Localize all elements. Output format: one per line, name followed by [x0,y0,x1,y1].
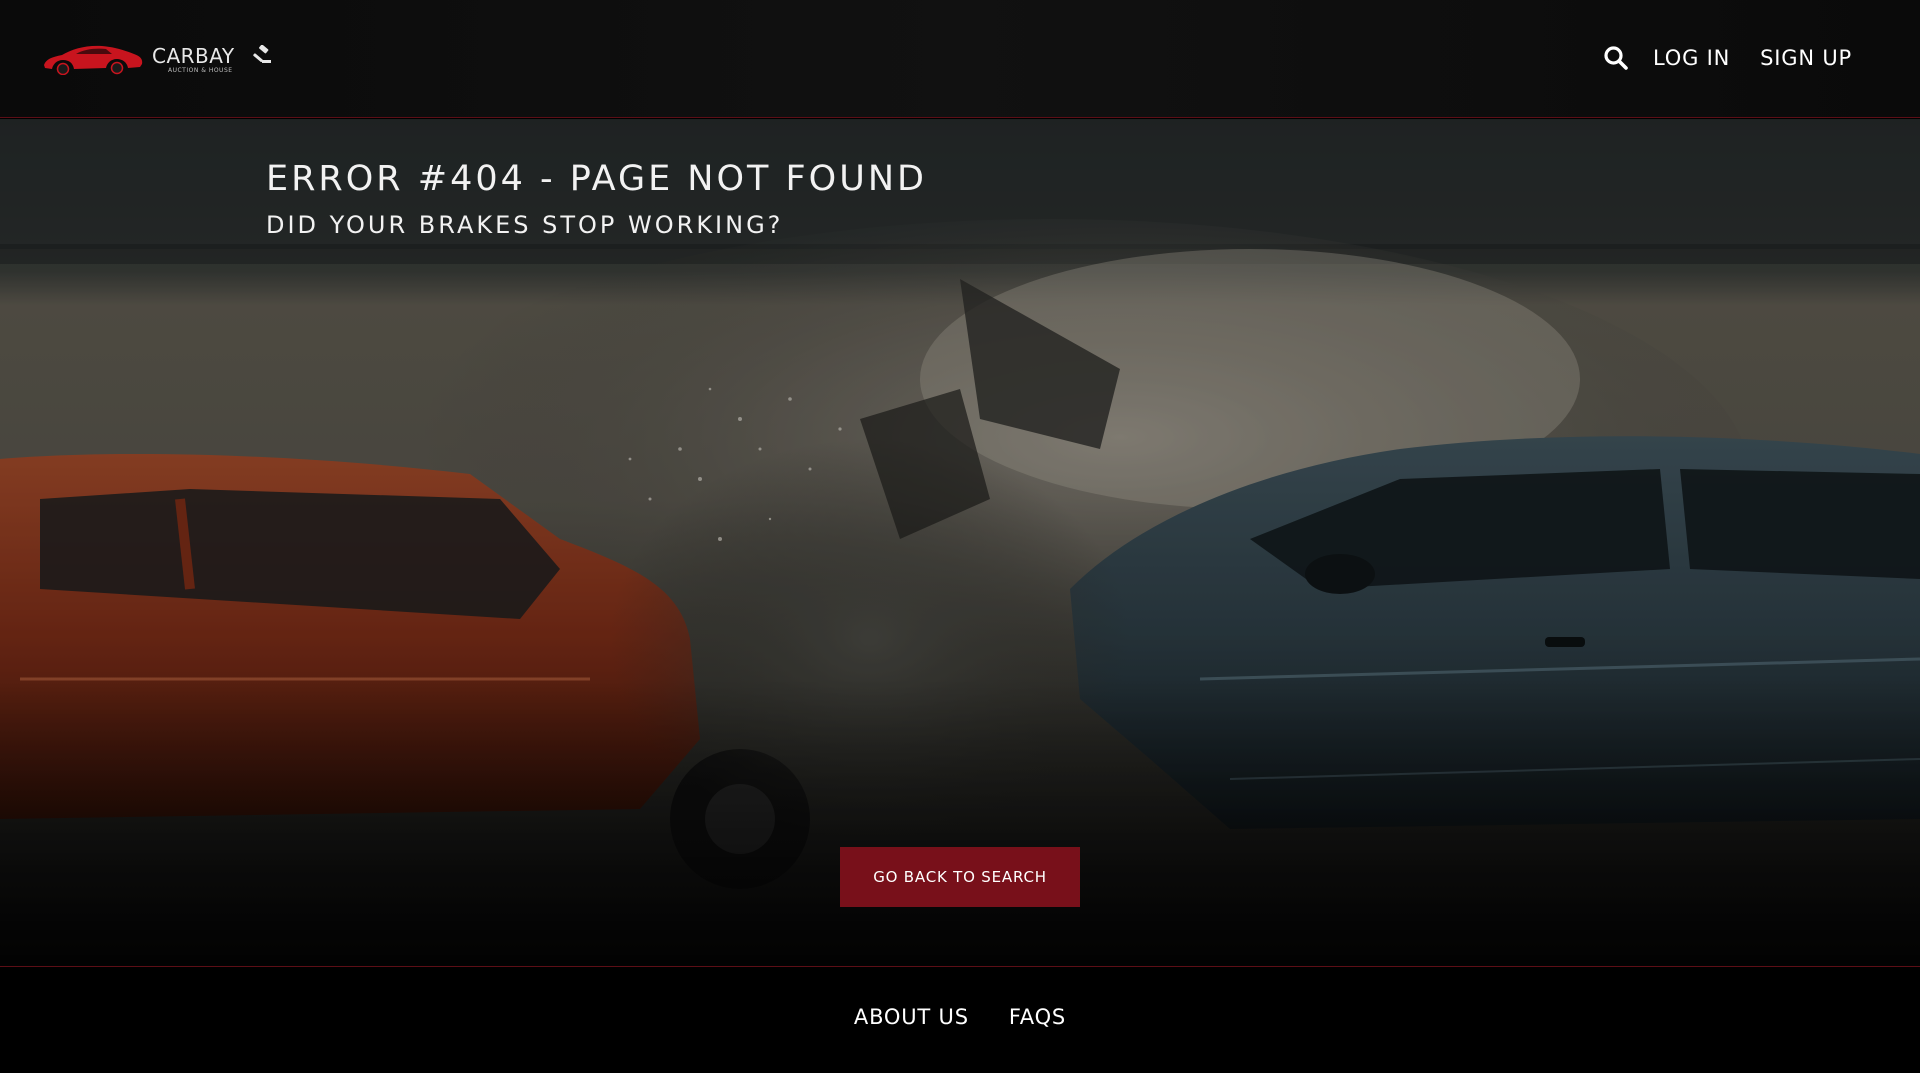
logo-text: CARBAY AUCTION & HOUSE [152,38,282,78]
brand-tagline: AUCTION & HOUSE [168,67,233,74]
login-link[interactable]: LOG IN [1653,46,1730,70]
footer-link-about-us[interactable]: ABOUT US [854,1005,969,1029]
footer-nav: ABOUT US FAQS [0,1005,1920,1029]
page: CARBAY AUCTION & HOUSE LOG IN SIGN UP ER… [0,0,1920,1073]
error-subtitle: DID YOUR BRAKES STOP WORKING? [266,211,784,239]
car-crash-photo [0,119,1920,966]
signup-link[interactable]: SIGN UP [1760,46,1852,70]
search-icon[interactable] [1603,45,1629,71]
site-footer: ABOUT US FAQS [0,966,1920,1073]
site-header: CARBAY AUCTION & HOUSE LOG IN SIGN UP [0,0,1920,118]
brand-name: CARBAY [152,44,235,68]
red-sports-car-icon [44,45,143,75]
gavel-icon [253,45,271,63]
header-nav: LOG IN SIGN UP [1603,40,1852,76]
footer-link-faqs[interactable]: FAQS [1009,1005,1066,1029]
back-to-search-button[interactable]: GO BACK TO SEARCH [840,847,1080,907]
error-hero: ERROR #404 - PAGE NOT FOUND DID YOUR BRA… [0,119,1920,966]
error-title: ERROR #404 - PAGE NOT FOUND [266,159,927,199]
brand-logo[interactable]: CARBAY AUCTION & HOUSE [42,38,282,78]
